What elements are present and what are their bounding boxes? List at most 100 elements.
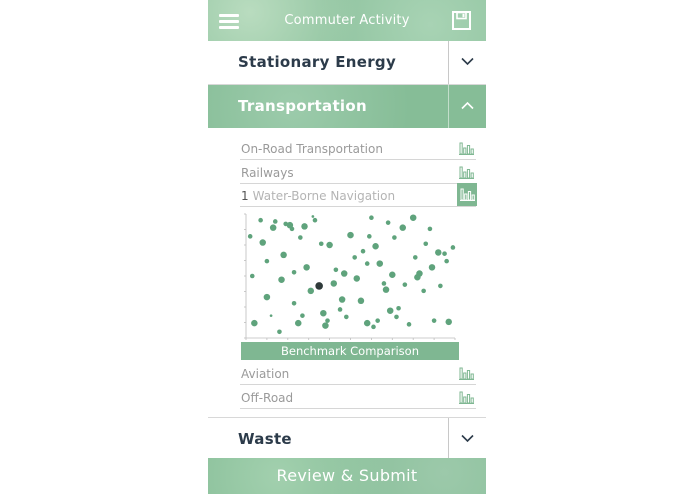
section-label: Stationary Energy [238,53,397,71]
scatter-point [385,220,391,225]
bar-chart-icon [460,188,475,201]
scatter-point [312,217,318,223]
scatter-point [442,251,447,256]
item-label: Railways [241,166,294,180]
chevron-down-icon [461,57,474,66]
collapse-toggle[interactable] [448,85,486,128]
item-label: Aviation [241,367,290,381]
chevron-up-icon [461,101,474,110]
scatter-point [291,269,297,275]
list-item-aviation[interactable]: Aviation [240,362,476,385]
scatter-point [337,307,343,312]
review-submit-button[interactable]: Review & Submit [208,458,486,494]
scatter-point [259,239,266,246]
input-value: 1 [241,189,249,203]
scatter-point [423,241,429,247]
app-screen: Commuter Activity Stationary Energy Tran… [208,0,486,494]
scatter-point [295,319,302,327]
scatter-point [402,282,408,287]
scatter-point [416,270,423,277]
bar-chart-icon[interactable] [459,142,474,155]
scatter-point [431,318,437,323]
scatter-point [249,273,255,279]
scatter-point [258,217,263,223]
scatter-point [382,286,390,293]
section-waste[interactable]: Waste [208,417,486,461]
scatter-point [291,300,297,306]
benchmark-scatter-plot [244,213,456,340]
scatter-point [435,249,442,256]
chevron-down-icon [461,434,474,443]
scatter-point [363,319,371,327]
expand-toggle[interactable] [448,418,486,461]
scatter-point [392,235,397,240]
section-label: Waste [238,430,292,448]
scatter-point [318,241,324,247]
scatter-point [326,241,333,249]
input-placeholder: Water-Borne Navigation [252,189,396,203]
list-item-railways[interactable]: Railways [240,161,476,184]
scatter-point [333,267,339,273]
scatter-point [444,258,449,264]
scatter-point [409,214,417,221]
chart-toggle-active[interactable] [457,183,477,206]
scatter-point [263,293,271,301]
scatter-point [396,305,401,311]
scatter-point [386,307,394,314]
scatter-point [247,234,253,239]
scatter-point [394,314,399,320]
scatter-point [251,319,258,327]
scatter-point [269,224,277,231]
scatter-point [303,264,310,271]
scatter-point [272,219,278,224]
benchmark-comparison-label: Benchmark Comparison [241,342,459,360]
list-item-on-road[interactable]: On-Road Transportation [240,137,476,160]
scatter-point [412,255,418,260]
scatter-point [352,255,357,260]
section-stationary-energy[interactable]: Stationary Energy [208,41,486,85]
scatter-point [399,224,406,231]
scatter-point [338,296,346,303]
section-transportation[interactable]: Transportation [208,85,486,128]
scatter-point [347,231,354,239]
scatter-point [307,287,315,295]
item-label: Off-Road [241,391,294,405]
bar-chart-icon[interactable] [459,391,474,404]
scatter-point [428,264,436,271]
scatter-point [278,276,285,283]
scatter-point [280,251,287,259]
scatter-point [381,281,387,286]
page-title: Commuter Activity [284,13,410,28]
scatter-point [269,314,273,318]
scatter-point [320,309,327,317]
bar-chart-icon[interactable] [459,166,474,179]
app-header: Commuter Activity [208,0,486,41]
scatter-point [344,314,349,320]
expand-toggle[interactable] [448,41,486,84]
highlighted-point [315,282,323,290]
scatter-point [369,215,374,221]
scatter-point [427,226,433,232]
section-label: Transportation [238,97,367,115]
floppy-save-icon[interactable] [452,11,471,30]
scatter-point [325,318,330,323]
scatter-point [421,288,426,294]
scatter-point [298,235,303,240]
scatter-point [360,248,366,254]
scatter-point [450,245,456,250]
scatter-point [264,258,270,264]
scatter-point [300,313,305,318]
water-borne-input[interactable]: 1 Water-Borne Navigation [240,183,477,207]
scatter-point [438,283,443,289]
scatter-point [340,270,348,277]
scatter-point [289,226,295,232]
scatter-point [406,322,412,327]
scatter-point [311,215,315,218]
scatter-point [364,261,370,266]
scatter-point [372,242,379,250]
scatter-point [367,234,372,239]
scatter-point [389,271,396,279]
scatter-point [322,322,329,329]
list-item-off-road[interactable]: Off-Road [240,386,476,409]
bar-chart-icon[interactable] [459,367,474,380]
